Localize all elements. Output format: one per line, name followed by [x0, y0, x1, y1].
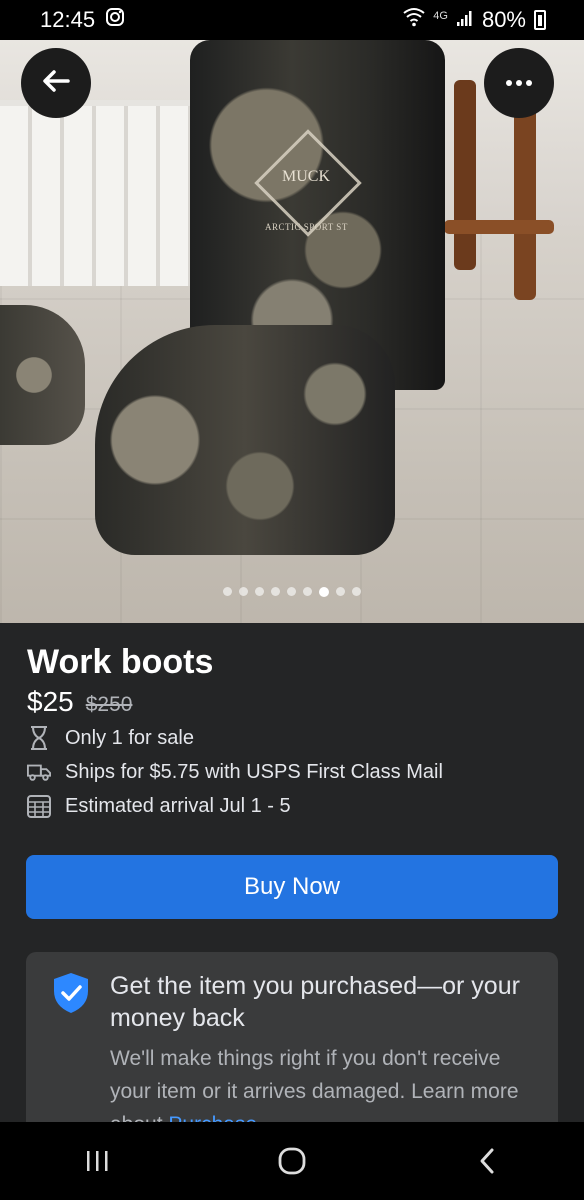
- pagination-dot[interactable]: [287, 587, 296, 596]
- pagination-dot[interactable]: [271, 587, 280, 596]
- status-bar: 12:45 4G 80%: [0, 0, 584, 40]
- boot-logo-text: MUCK: [281, 168, 330, 185]
- listing-title: Work boots: [27, 643, 214, 681]
- availability-text: Only 1 for sale: [65, 726, 194, 749]
- purchase-protection-card: Get the item you purchased—or your money…: [26, 952, 558, 1132]
- pagination-dot[interactable]: [303, 587, 312, 596]
- calendar-icon: [27, 794, 51, 818]
- more-horizontal-icon: [505, 74, 533, 92]
- photo-chair: [434, 80, 554, 310]
- shipping-text: Ships for $5.75 with USPS First Class Ma…: [65, 760, 443, 783]
- original-price: $250: [85, 693, 133, 716]
- recent-apps-button[interactable]: [67, 1131, 127, 1191]
- listing-photo[interactable]: MUCK ARCTIC SPORT ST: [0, 40, 584, 623]
- boot-model-text: ARCTIC SPORT ST: [265, 222, 348, 232]
- signal-icon: [456, 7, 474, 33]
- back-button[interactable]: [21, 48, 91, 118]
- pagination-dot[interactable]: [336, 587, 345, 596]
- info-row-shipping: Ships for $5.75 with USPS First Class Ma…: [27, 758, 567, 786]
- photo-radiator: [0, 100, 200, 286]
- photo-boot-foot: [95, 325, 395, 555]
- protection-title: Get the item you purchased—or your money…: [110, 972, 520, 1032]
- buy-now-button[interactable]: Buy Now: [26, 855, 558, 919]
- protection-body: We'll make things right if you don't rec…: [110, 1042, 540, 1132]
- battery-level: 80%: [481, 7, 526, 32]
- system-back-button[interactable]: [457, 1131, 517, 1191]
- battery-icon: [534, 10, 546, 30]
- arrival-text: Estimated arrival Jul 1 - 5: [65, 794, 291, 817]
- info-row-arrival: Estimated arrival Jul 1 - 5: [27, 792, 567, 820]
- price-row: $25 $250: [27, 686, 567, 718]
- instagram-icon: [105, 7, 125, 33]
- listing-details: Work boots $25 $250 Only 1 for sale Ship…: [27, 640, 567, 820]
- shield-check-icon: [52, 972, 90, 1019]
- system-nav-bar: [0, 1122, 584, 1200]
- pagination-dot[interactable]: [352, 587, 361, 596]
- more-options-button[interactable]: [484, 48, 554, 118]
- pagination-dot[interactable]: [239, 587, 248, 596]
- info-row-availability: Only 1 for sale: [27, 724, 567, 752]
- pagination-dot[interactable]: [319, 586, 329, 597]
- network-type: 4G: [433, 10, 448, 22]
- home-button[interactable]: [262, 1131, 322, 1191]
- status-time: 12:45: [40, 7, 96, 32]
- arrow-left-icon: [41, 68, 71, 99]
- hourglass-icon: [27, 726, 51, 750]
- pagination-dot[interactable]: [255, 587, 264, 596]
- listing-price: $25: [27, 686, 74, 717]
- wifi-icon: [403, 7, 425, 33]
- photo-pagination[interactable]: [0, 586, 584, 597]
- truck-icon: [27, 760, 51, 784]
- pagination-dot[interactable]: [223, 587, 232, 596]
